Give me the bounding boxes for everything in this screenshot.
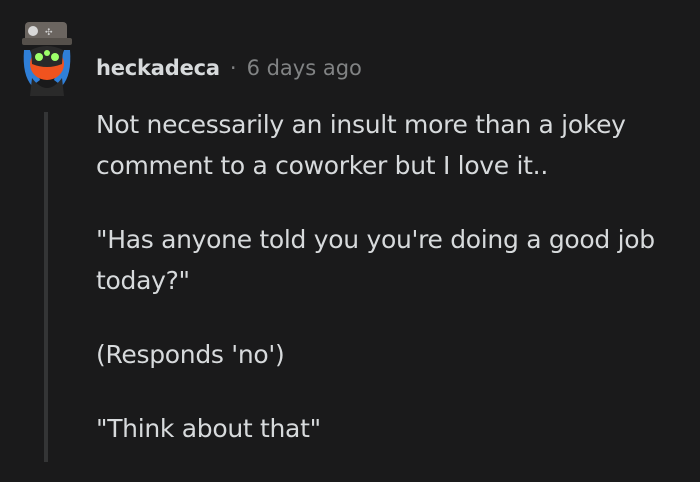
author-username[interactable]: heckadeca	[96, 56, 220, 80]
user-avatar-icon[interactable]: ✣	[18, 20, 76, 96]
comment-paragraph: Not necessarily an insult more than a jo…	[96, 110, 626, 180]
comment-meta: heckadeca · 6 days ago	[96, 54, 362, 82]
comment-paragraph: "Has anyone told you you're doing a good…	[96, 225, 655, 295]
comment-timestamp[interactable]: 6 days ago	[247, 56, 362, 80]
svg-text:✣: ✣	[45, 28, 53, 38]
comment-paragraph: "Think about that"	[96, 414, 321, 443]
comment-body: Not necessarily an insult more than a jo…	[96, 104, 686, 482]
thread-collapse-line[interactable]	[44, 112, 48, 462]
comment: ✣ heckadeca · 6 days ago Not necessarily…	[0, 0, 700, 462]
meta-separator: ·	[229, 56, 237, 80]
comment-paragraph: (Responds 'no')	[96, 340, 285, 369]
